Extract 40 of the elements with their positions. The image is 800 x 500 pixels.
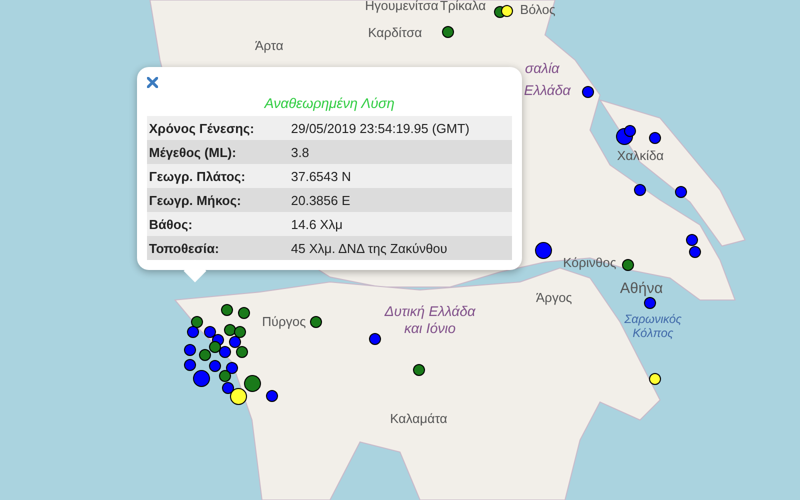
field-label: Βάθος: — [148, 216, 194, 232]
region-label: σαλία — [525, 60, 560, 77]
field-value: 45 Χλμ. ΔΝΔ της Ζακύνθου — [290, 240, 448, 258]
field-label: Γεωγρ. Πλάτος: — [148, 168, 246, 184]
popup-title: Αναθεωρημένη Λύση — [263, 95, 396, 111]
earthquake-marker[interactable] — [184, 359, 196, 371]
city-label: Ηγουμενίτσα — [365, 0, 438, 13]
earthquake-marker[interactable] — [193, 370, 210, 387]
earthquake-marker[interactable] — [187, 326, 199, 338]
field-label: Τοποθεσία: — [148, 240, 220, 256]
close-icon[interactable] — [147, 77, 158, 88]
city-label: Αθήνα — [620, 280, 663, 297]
field-value: 20.3856 E — [290, 192, 352, 210]
city-label: Άρτα — [255, 38, 284, 53]
city-label: Καλαμάτα — [390, 411, 448, 426]
field-value: 14.6 Χλμ — [290, 216, 344, 234]
earthquake-marker[interactable] — [184, 344, 196, 356]
field-value: 37.6543 N — [290, 168, 352, 186]
earthquake-marker[interactable] — [649, 373, 661, 385]
field-value: 29/05/2019 23:54:19.95 (GMT) — [290, 120, 471, 138]
earthquake-marker[interactable] — [209, 360, 221, 372]
sea-label: Σαρωνικός Κόλπος — [623, 312, 683, 340]
city-label: Καρδίτσα — [368, 25, 422, 40]
city-label: Βόλος — [520, 2, 556, 17]
earthquake-marker[interactable] — [199, 349, 211, 361]
city-label: Κόρινθος — [563, 255, 616, 270]
earthquake-marker[interactable] — [222, 382, 234, 394]
field-value: 3.8 — [290, 144, 310, 162]
earthquake-marker[interactable] — [644, 297, 656, 309]
region-label: Δυτική Ελλάδα και Ιόνιο — [383, 303, 476, 337]
city-label: Χαλκίδα — [617, 148, 664, 163]
region-label: Ελλάδα — [524, 82, 571, 99]
earthquake-marker[interactable] — [219, 370, 231, 382]
earthquake-marker[interactable] — [209, 341, 221, 353]
city-label: Άργος — [536, 290, 572, 305]
city-label: Τρίκαλα — [440, 0, 486, 13]
field-label: Χρόνος Γένεσης: — [148, 120, 256, 136]
city-label: Πύργος — [262, 314, 306, 329]
field-label: Μέγεθος (ML): — [148, 144, 238, 160]
field-label: Γεωγρ. Μήκος: — [148, 192, 242, 208]
